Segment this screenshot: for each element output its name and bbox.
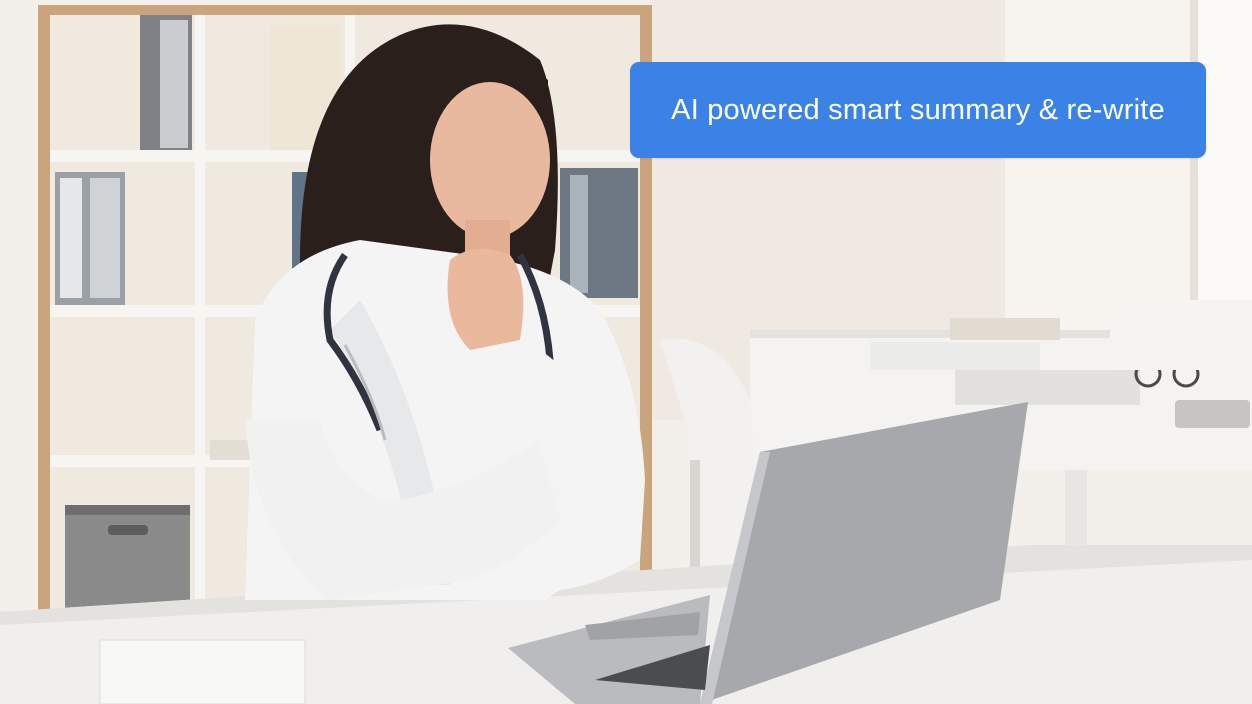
caption-banner: AI powered smart summary & re-write xyxy=(630,62,1206,158)
caption-text: AI powered smart summary & re-write xyxy=(671,93,1165,126)
